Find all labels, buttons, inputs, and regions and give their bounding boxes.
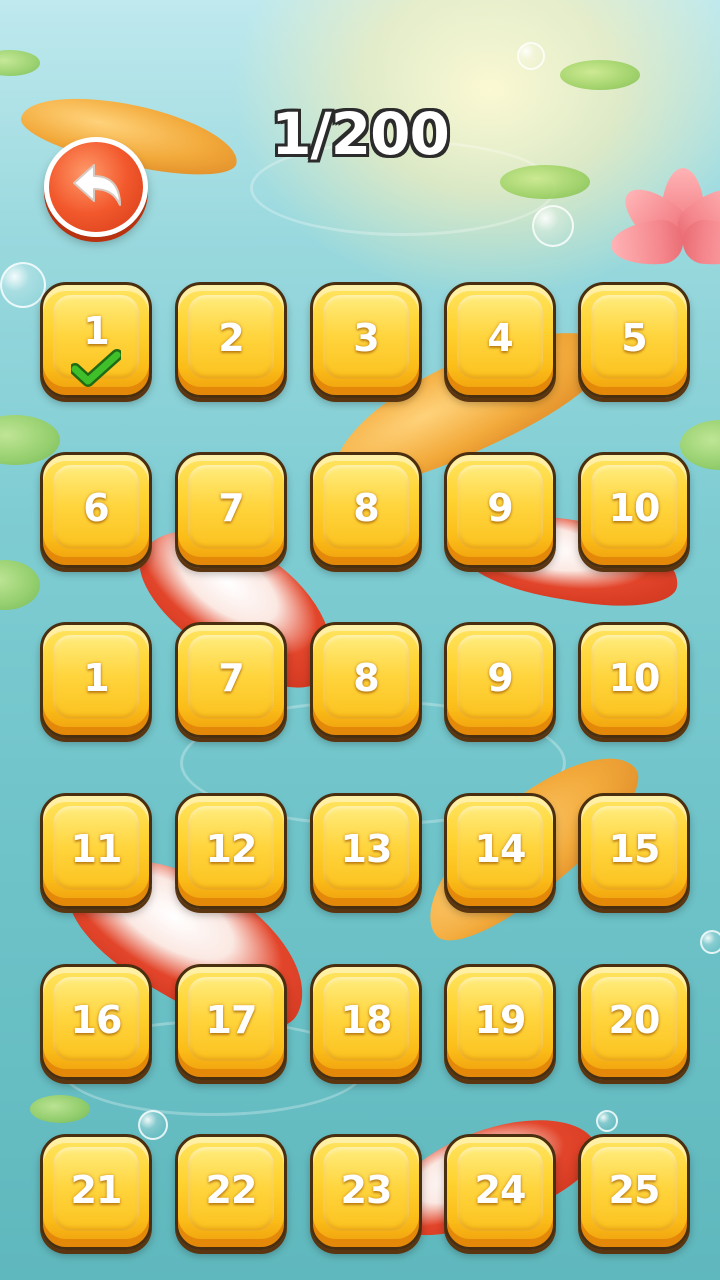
bubble (596, 1110, 618, 1132)
level-button-22[interactable]: 17 (175, 964, 287, 1080)
level-number: 3 (353, 316, 379, 360)
level-number: 21 (70, 1168, 123, 1212)
bubble (532, 205, 574, 247)
level-button-16[interactable]: 11 (40, 793, 152, 909)
level-number: 4 (487, 316, 513, 360)
level-button-15[interactable]: 10 (578, 622, 690, 738)
level-button-20[interactable]: 15 (578, 793, 690, 909)
level-button-25[interactable]: 20 (578, 964, 690, 1080)
lotus-flower (609, 168, 720, 278)
bubble (0, 262, 46, 308)
level-button-14[interactable]: 9 (444, 622, 556, 738)
level-button-2[interactable]: 2 (175, 282, 287, 398)
level-button-4[interactable]: 4 (444, 282, 556, 398)
level-number: 9 (487, 486, 513, 530)
level-button-8[interactable]: 8 (310, 452, 422, 568)
level-number: 19 (474, 998, 527, 1042)
level-number: 9 (487, 656, 513, 700)
level-button-28[interactable]: 23 (310, 1134, 422, 1250)
level-number: 25 (608, 1168, 661, 1212)
bubble (700, 930, 720, 954)
level-button-27[interactable]: 22 (175, 1134, 287, 1250)
level-number: 1 (83, 656, 109, 700)
lily-pad (500, 165, 590, 199)
level-button-18[interactable]: 13 (310, 793, 422, 909)
level-number: 7 (218, 486, 244, 530)
lily-pad (0, 560, 40, 610)
lily-pad (0, 50, 40, 76)
level-button-23[interactable]: 18 (310, 964, 422, 1080)
level-button-29[interactable]: 24 (444, 1134, 556, 1250)
lily-pad (560, 60, 640, 90)
level-button-12[interactable]: 7 (175, 622, 287, 738)
level-number: 2 (218, 316, 244, 360)
level-button-24[interactable]: 19 (444, 964, 556, 1080)
level-number: 17 (205, 998, 258, 1042)
bubble (138, 1110, 168, 1140)
back-button[interactable] (44, 137, 148, 237)
level-button-21[interactable]: 16 (40, 964, 152, 1080)
level-button-6[interactable]: 6 (40, 452, 152, 568)
level-number: 18 (340, 998, 393, 1042)
level-number: 11 (70, 827, 123, 871)
lily-pad (30, 1095, 90, 1123)
level-number: 23 (340, 1168, 393, 1212)
level-button-26[interactable]: 21 (40, 1134, 152, 1250)
level-button-17[interactable]: 12 (175, 793, 287, 909)
level-number: 14 (474, 827, 527, 871)
bubble (517, 42, 545, 70)
level-number: 20 (608, 998, 661, 1042)
level-number: 15 (608, 827, 661, 871)
level-button-5[interactable]: 5 (578, 282, 690, 398)
level-number: 13 (340, 827, 393, 871)
level-button-13[interactable]: 8 (310, 622, 422, 738)
level-number: 12 (205, 827, 258, 871)
level-number: 5 (621, 316, 647, 360)
checkmark-icon (71, 349, 121, 387)
level-number: 7 (218, 656, 244, 700)
level-number: 8 (353, 656, 379, 700)
level-number: 6 (83, 486, 109, 530)
level-number: 10 (608, 656, 661, 700)
level-button-11[interactable]: 1 (40, 622, 152, 738)
level-number: 24 (474, 1168, 527, 1212)
level-button-1[interactable]: 1 (40, 282, 152, 398)
level-number: 16 (70, 998, 123, 1042)
level-number: 8 (353, 486, 379, 530)
level-button-9[interactable]: 9 (444, 452, 556, 568)
level-number: 22 (205, 1168, 258, 1212)
back-arrow-icon (73, 164, 121, 206)
level-number: 10 (608, 486, 661, 530)
level-button-19[interactable]: 14 (444, 793, 556, 909)
level-button-7[interactable]: 7 (175, 452, 287, 568)
level-button-3[interactable]: 3 (310, 282, 422, 398)
level-button-30[interactable]: 25 (578, 1134, 690, 1250)
level-button-10[interactable]: 10 (578, 452, 690, 568)
